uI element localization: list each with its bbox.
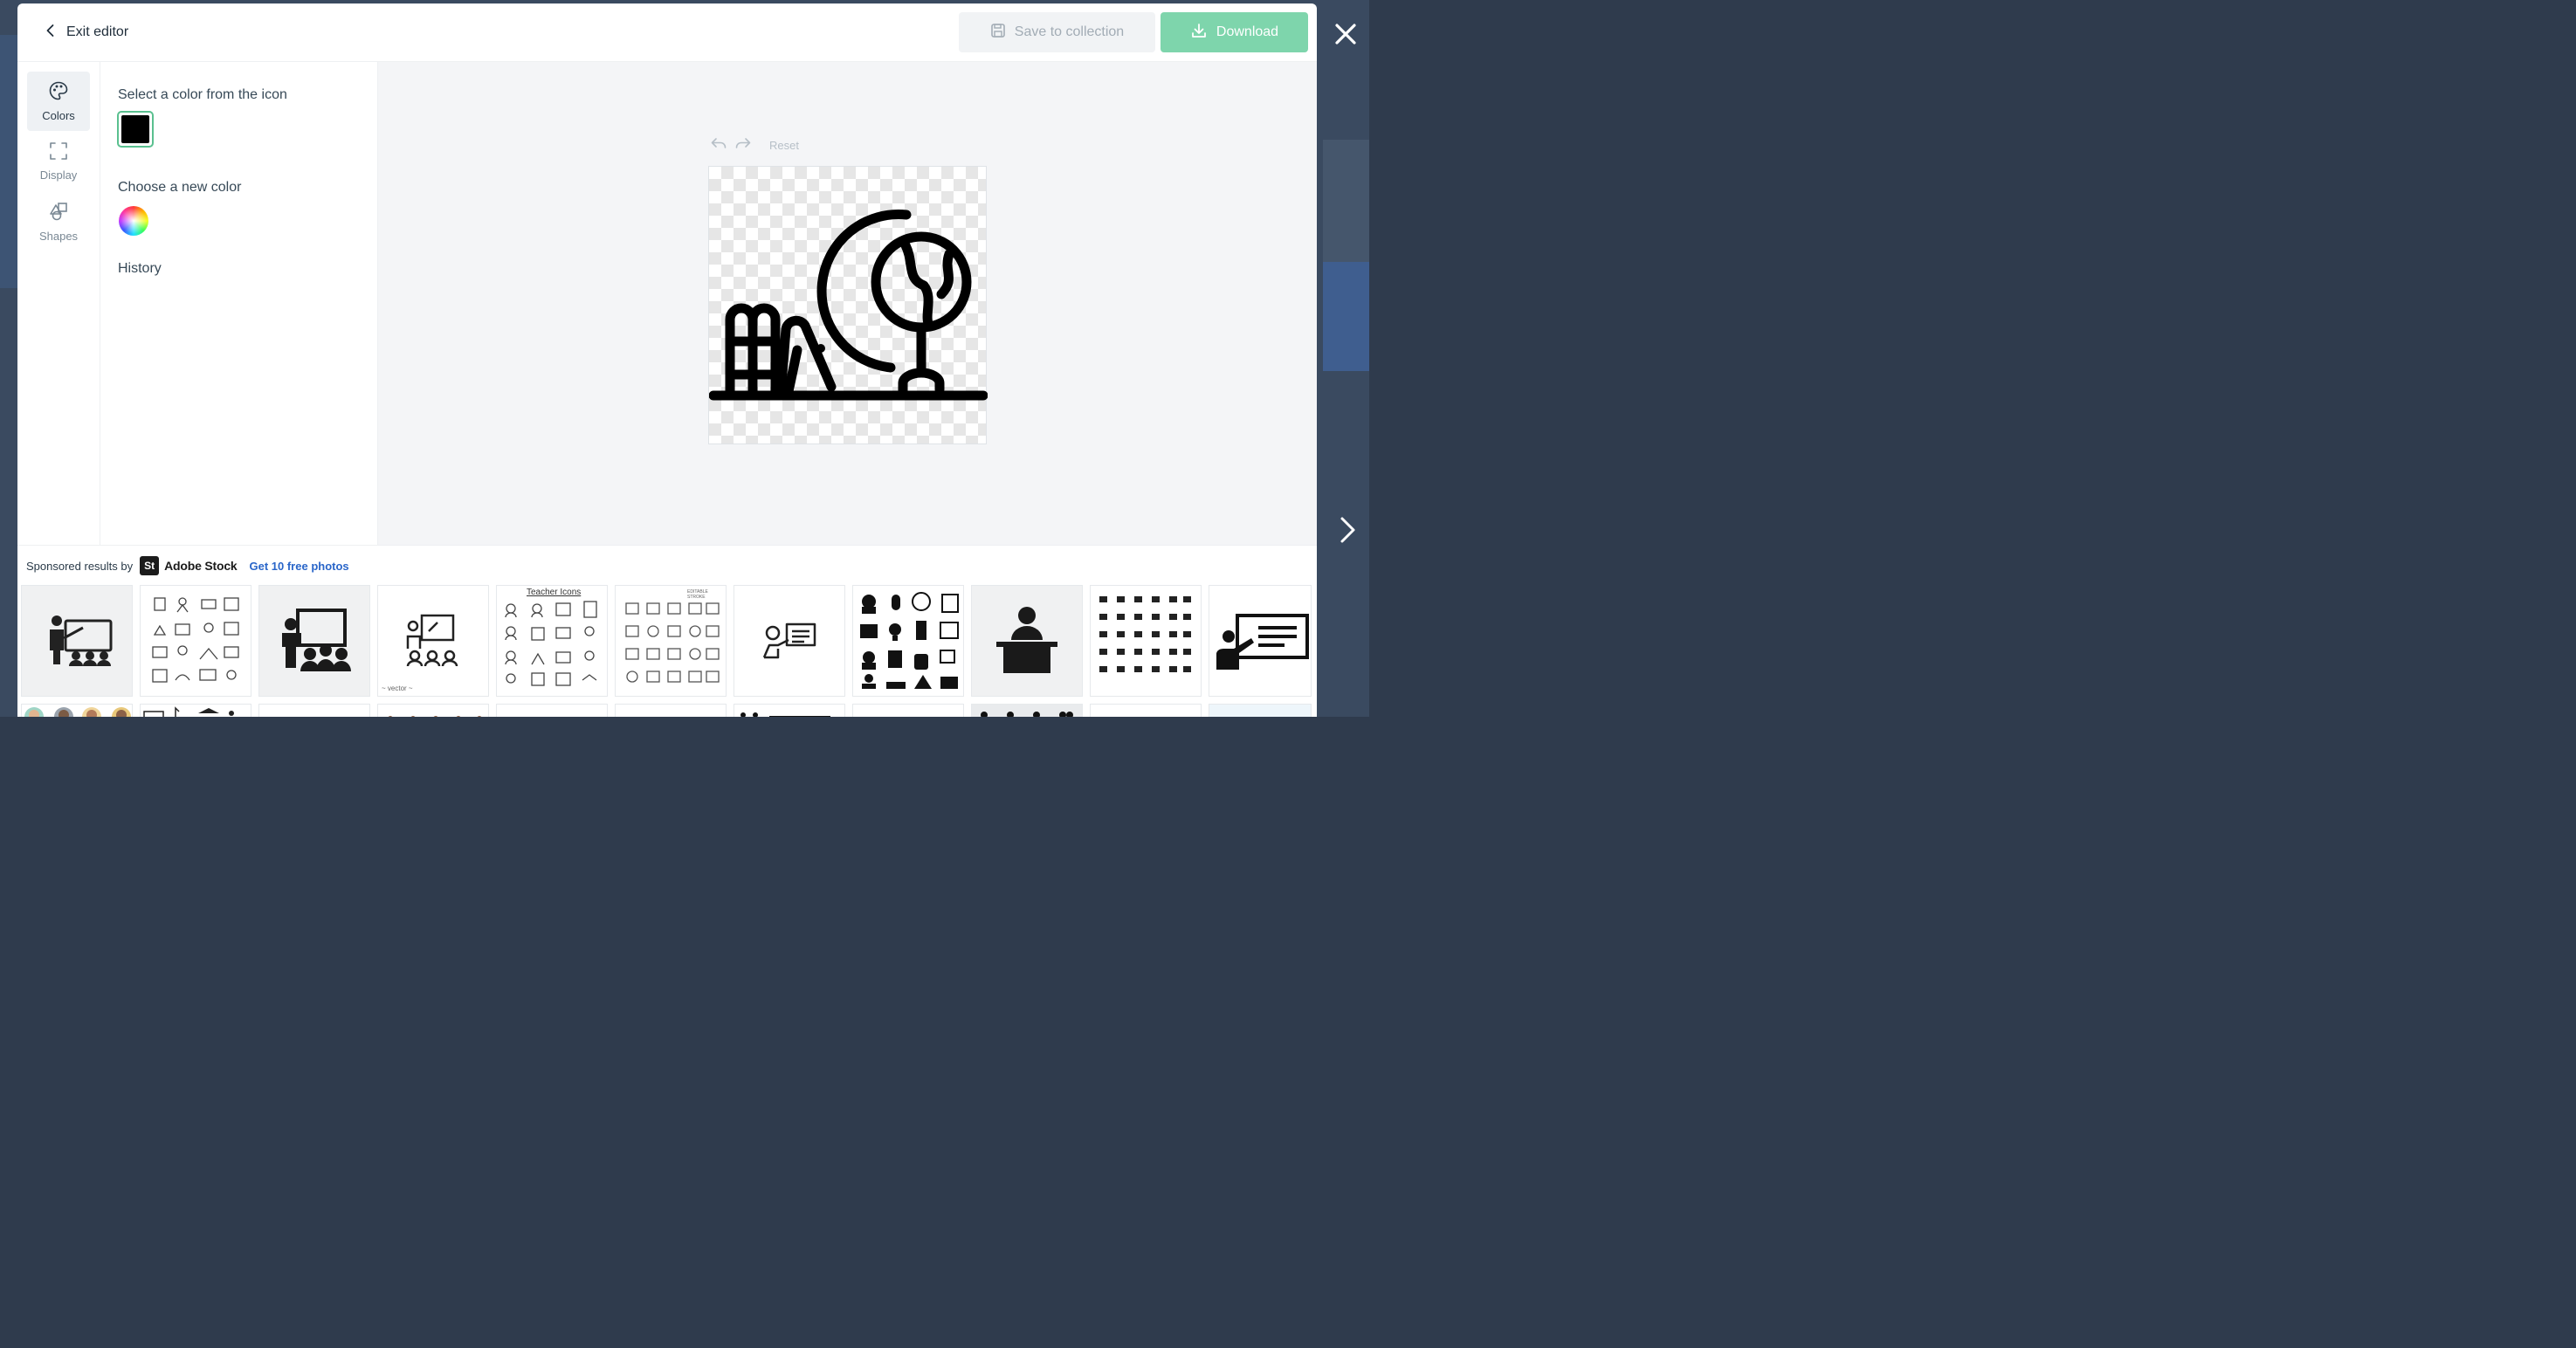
sponsored-results: Sponsored results by St Adobe Stock Get … (17, 545, 1317, 717)
sponsored-thumb-row2[interactable] (21, 704, 133, 717)
frame-corners-icon (49, 141, 68, 165)
sponsored-thumb-row2[interactable] (852, 704, 964, 717)
palette-icon (48, 80, 69, 106)
icon-color-swatch-fill (121, 115, 149, 143)
rail-label-shapes: Shapes (38, 230, 79, 243)
teacher-icons-set-thumb[interactable]: Teacher Icons (496, 585, 608, 697)
teacher-board-audience-thumb[interactable] (21, 585, 133, 697)
adobe-stock-logo: St (140, 556, 160, 575)
rail-item-colors[interactable]: Colors (27, 72, 90, 131)
editor-header: Exit editor Save to collection Download (17, 3, 1317, 62)
teacher-outline-icon (406, 614, 458, 667)
sponsored-thumb-row2[interactable] (1209, 704, 1312, 717)
school-building-strip-icon (143, 706, 234, 717)
floppy-disk-icon (990, 23, 1006, 43)
teacher-icons-set-icon (505, 601, 597, 686)
teacher-desk-icon (996, 607, 1057, 673)
reset-button[interactable]: Reset (769, 139, 799, 152)
teacher-board-icon (50, 616, 113, 666)
icon-color-swatch[interactable] (117, 111, 154, 148)
teacher-presentation-class-thumb[interactable] (258, 585, 370, 697)
sponsored-thumb-row2[interactable] (258, 704, 370, 717)
exit-editor-button[interactable]: Exit editor (44, 21, 128, 44)
sponsored-thumb-row2[interactable] (377, 704, 489, 717)
chevron-right-icon (1340, 517, 1355, 543)
teacher-outline-board-thumb[interactable]: ~ vector ~ (377, 585, 489, 697)
teacher-pointing-board-thumb[interactable] (734, 585, 845, 697)
rail-item-display[interactable]: Display (27, 132, 90, 191)
school-icons-grid-thumb[interactable] (1090, 585, 1202, 697)
sponsored-thumb-row2[interactable] (734, 704, 845, 717)
sponsored-thumb-row2[interactable] (1090, 704, 1202, 717)
sponsored-thumb-row2[interactable] (140, 704, 251, 717)
close-icon (1335, 24, 1356, 45)
transparent-canvas (708, 166, 988, 444)
exit-editor-label: Exit editor (66, 24, 129, 39)
education-icons-grid-icon (860, 592, 959, 689)
icon-editor-modal: Exit editor Save to collection Download … (17, 3, 1317, 717)
next-icon-button[interactable] (1334, 515, 1360, 545)
bookshelf-globe-icon (709, 210, 988, 401)
select-color-heading: Select a color from the icon (118, 87, 287, 102)
teacher-presentation-icon (282, 609, 351, 671)
rail-label-colors: Colors (42, 109, 75, 122)
rail-label-display: Display (39, 168, 78, 182)
history-heading: History (118, 261, 162, 276)
thumb-caption: ~ vector ~ (382, 684, 413, 692)
backdrop-thumbnail (1323, 140, 1369, 262)
undo-icon[interactable] (710, 136, 727, 155)
people-strip-icon (388, 716, 482, 717)
sponsored-thumb-row2[interactable] (971, 704, 1083, 717)
teacher-at-desk-thumb[interactable] (971, 585, 1083, 697)
education-icons-grid-thumb[interactable] (852, 585, 964, 697)
rail-item-shapes[interactable]: Shapes (27, 192, 90, 251)
choose-color-heading: Choose a new color (118, 180, 242, 195)
sponsored-thumb-row2[interactable] (615, 704, 727, 717)
backdrop-sidebar (0, 35, 17, 288)
editor-tool-rail: Colors Display Shapes (17, 62, 100, 545)
sponsored-thumb-row2[interactable] (496, 704, 608, 717)
school-icons-grid-icon (1099, 596, 1191, 672)
backdrop-thumbnail (1323, 262, 1369, 371)
download-button[interactable]: Download (1161, 12, 1308, 52)
editable-stroke-icons-thumb[interactable]: EDITABLE STROKE (615, 585, 727, 697)
group-people-strip-icon (981, 712, 1073, 717)
get-free-photos-link[interactable]: Get 10 free photos (250, 560, 349, 573)
sponsored-header: Sponsored results by St Adobe Stock Get … (26, 554, 349, 577)
icon-canvas-area: Reset (378, 62, 1317, 545)
line-icons-grid-icon (152, 597, 239, 683)
close-editor-button[interactable] (1331, 19, 1360, 49)
avatars-strip-icon (24, 707, 131, 717)
teacher-line-icons-grid-thumb[interactable] (140, 585, 251, 697)
chevron-left-icon (44, 24, 58, 42)
teacher-pointing-icon (762, 622, 816, 659)
teacher-whiteboard-icon (1216, 614, 1309, 670)
colors-panel: Select a color from the icon Choose a ne… (100, 62, 378, 545)
adobe-stock-brand: Adobe Stock (164, 559, 238, 573)
shapes-icon (48, 201, 69, 226)
save-to-collection-button[interactable]: Save to collection (959, 12, 1155, 52)
download-icon (1190, 22, 1208, 44)
dots-strip-icon (740, 712, 830, 717)
sponsored-prefix: Sponsored results by (26, 559, 134, 573)
redo-icon[interactable] (734, 136, 752, 155)
color-wheel-picker[interactable] (119, 206, 148, 236)
download-label: Download (1216, 24, 1279, 39)
save-to-collection-label: Save to collection (1014, 24, 1125, 39)
canvas-toolbar: Reset (710, 135, 799, 155)
teacher-whiteboard-thumb[interactable] (1209, 585, 1312, 697)
editable-stroke-icons-icon (625, 602, 720, 683)
